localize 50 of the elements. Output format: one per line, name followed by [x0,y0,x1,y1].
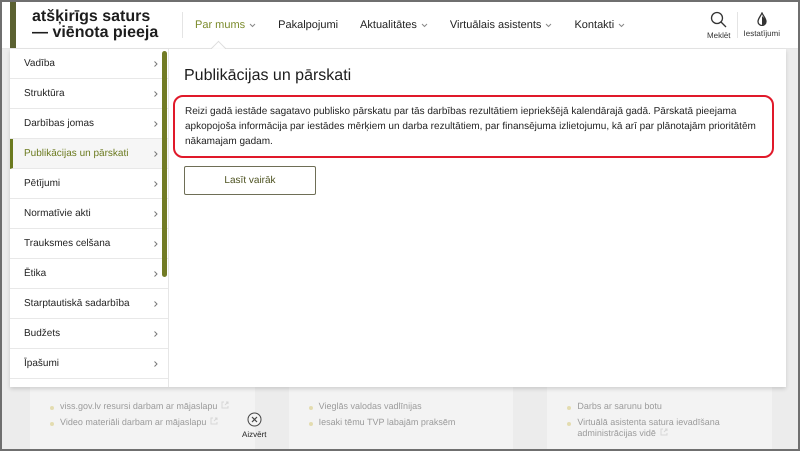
submenu-item[interactable]: Publikācijas un pārskati [10,139,168,169]
external-link-icon [221,401,230,409]
submenu-item[interactable]: Trauksmes celšana [10,229,168,259]
search-icon [710,10,728,28]
chevron-icon [154,330,158,336]
submenu-item[interactable]: Pētījumi [10,169,168,199]
read-more-button[interactable]: Lasīt vairāk [184,166,316,195]
caret-icon [249,22,256,28]
bullet-icon [50,406,54,410]
bullet-icon [308,422,313,426]
submenu-item[interactable]: Normatīvie akti [10,199,168,229]
settings-button[interactable]: Iestatījumi [738,12,786,38]
submenu-item[interactable]: Īpašumi [10,349,168,379]
nav-item[interactable]: Virtuālais asistents [450,2,552,48]
submenu-item[interactable]: Starptautiskā sadarbība [10,289,168,319]
chevron-icon [154,360,158,366]
submenu-item[interactable]: Darbības jomas [10,109,168,139]
chevron-icon [154,120,158,126]
chevron-icon [154,240,158,246]
caret-icon [618,22,626,28]
chevron-icon [154,300,158,306]
submenu-item[interactable]: Ētika [10,259,168,289]
chevron-icon [154,270,158,276]
submenu-item[interactable]: Struktūra [10,79,168,109]
chevron-icon [154,210,158,216]
chevron-icon [154,180,158,186]
bullet-icon [308,406,313,410]
chevron-icon [154,150,158,156]
panel-title: Publikācijas un pārskati [184,67,352,85]
submenu-item[interactable]: Vadība [10,49,168,79]
submenu-item[interactable]: Budžets [10,319,168,349]
nav-item[interactable]: Pakalpojumi [278,2,338,48]
bullet-icon [567,406,572,410]
description-text: Reizi gadā iestāde sagatavo publisko pārskatu par tās darbības rezultātiem iepriekšējā kalendārajā gadā. Pārskatā pieejama apkopojoša informācija par iestādes mērķiem un darba rezultātiem, par finansējuma izlietojumu, kā arī par plānotajām prioritātēm nākamajam gadam. [173,95,774,158]
accent-bar [10,2,16,48]
bullet-icon [567,422,572,426]
scrollbar[interactable] [162,51,167,277]
droplet-icon [756,12,767,26]
external-link-icon [210,417,218,425]
caret-icon [420,22,428,28]
chevron-icon [154,90,158,96]
nav-item[interactable]: Kontakti [574,2,626,48]
caret-icon [545,22,552,28]
chevron-icon [154,60,158,66]
search-button[interactable]: Meklēt [700,10,737,40]
nav-item[interactable]: Aktualitātes [360,2,428,48]
logo[interactable]: atšķirīgs saturs — viēnota pieeja [16,2,182,48]
close-button[interactable]: Aizvērt [242,412,266,439]
bullet-icon [50,422,54,426]
external-link-icon [660,428,668,436]
